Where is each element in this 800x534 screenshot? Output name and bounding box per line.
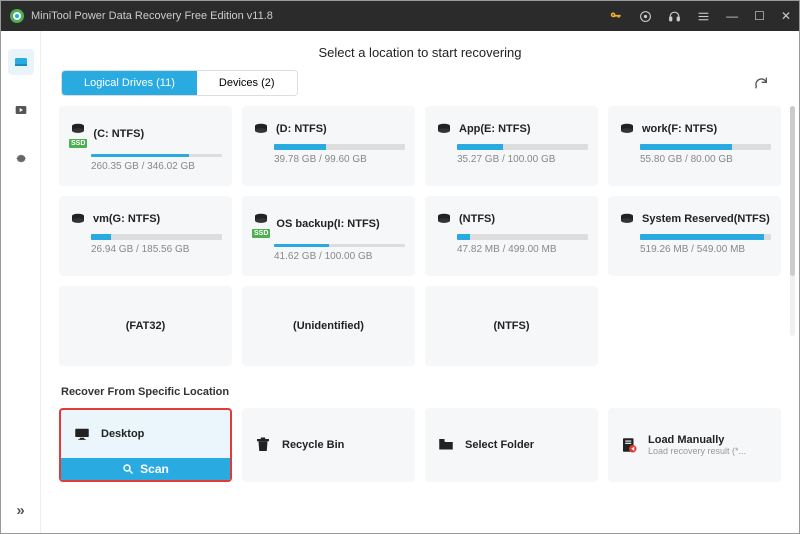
hdd-icon bbox=[618, 120, 636, 138]
window-title: MiniTool Power Data Recovery Free Editio… bbox=[31, 10, 609, 22]
drive-name: (C: NTFS) bbox=[93, 128, 144, 140]
drive-card[interactable]: App(E: NTFS) 35.27 GB / 100.00 GB bbox=[425, 106, 598, 186]
drive-name: (D: NTFS) bbox=[276, 123, 327, 135]
hdd-icon bbox=[435, 120, 453, 138]
page-heading: Select a location to start recovering bbox=[41, 31, 799, 70]
drive-usage: 35.27 GB / 100.00 GB bbox=[457, 154, 588, 165]
scan-button[interactable]: Scan bbox=[61, 458, 230, 480]
usage-bar bbox=[274, 144, 405, 150]
drive-name: work(F: NTFS) bbox=[642, 123, 717, 135]
usage-bar bbox=[640, 144, 771, 150]
drive-name: vm(G: NTFS) bbox=[93, 213, 160, 225]
drive-usage: 41.62 GB / 100.00 GB bbox=[274, 251, 405, 262]
location-label: Load Manually bbox=[648, 434, 746, 446]
sidebar-expand-button[interactable]: » bbox=[16, 502, 24, 519]
key-icon[interactable] bbox=[609, 9, 623, 23]
drive-usage: 47.82 MB / 499.00 MB bbox=[457, 244, 588, 255]
disc-icon[interactable] bbox=[639, 10, 652, 23]
sidebar-item-settings[interactable] bbox=[8, 145, 34, 171]
drive-card[interactable]: (Unidentified) bbox=[242, 286, 415, 366]
close-button[interactable]: ✕ bbox=[781, 9, 791, 23]
refresh-button[interactable] bbox=[753, 75, 769, 91]
drive-usage: 519.26 MB / 549.00 MB bbox=[640, 244, 771, 255]
hdd-icon: SSD bbox=[69, 120, 87, 148]
maximize-button[interactable]: ☐ bbox=[754, 9, 765, 23]
scrollbar[interactable] bbox=[790, 106, 795, 336]
drive-name: (NTFS) bbox=[459, 213, 495, 225]
sidebar-item-media[interactable] bbox=[8, 97, 34, 123]
location-desktop[interactable]: Desktop Scan bbox=[59, 408, 232, 482]
drive-card[interactable]: SSD (C: NTFS) 260.35 GB / 346.02 GB bbox=[59, 106, 232, 186]
usage-bar bbox=[91, 154, 222, 157]
sidebar: » bbox=[1, 31, 41, 533]
sidebar-item-recovery[interactable] bbox=[8, 49, 34, 75]
folder-icon bbox=[437, 436, 455, 454]
drive-usage: 260.35 GB / 346.02 GB bbox=[91, 161, 222, 172]
section-specific-location: Recover From Specific Location bbox=[41, 366, 799, 408]
location-sublabel: Load recovery result (*... bbox=[648, 446, 746, 456]
recycle-bin-icon bbox=[254, 436, 272, 454]
tab-logical-drives[interactable]: Logical Drives (11) bbox=[62, 71, 197, 95]
location-load-manually[interactable]: Load Manually Load recovery result (*... bbox=[608, 408, 781, 482]
location-label: Select Folder bbox=[465, 439, 534, 451]
hdd-icon bbox=[435, 210, 453, 228]
usage-bar bbox=[274, 244, 405, 247]
drive-name: System Reserved(NTFS) bbox=[642, 213, 770, 225]
hdd-icon: SSD bbox=[252, 210, 270, 238]
location-recycle-bin[interactable]: Recycle Bin bbox=[242, 408, 415, 482]
drive-usage: 26.94 GB / 185.56 GB bbox=[91, 244, 222, 255]
drive-usage: 39.78 GB / 99.60 GB bbox=[274, 154, 405, 165]
drive-name: (Unidentified) bbox=[293, 320, 364, 332]
tabs: Logical Drives (11) Devices (2) bbox=[61, 70, 298, 96]
drive-card[interactable]: (FAT32) bbox=[59, 286, 232, 366]
hdd-icon bbox=[252, 120, 270, 138]
menu-icon[interactable] bbox=[697, 10, 710, 23]
drive-card[interactable]: (NTFS) 47.82 MB / 499.00 MB bbox=[425, 196, 598, 276]
drive-card[interactable]: work(F: NTFS) 55.80 GB / 80.00 GB bbox=[608, 106, 781, 186]
load-manually-icon bbox=[620, 436, 638, 454]
location-select-folder[interactable]: Select Folder bbox=[425, 408, 598, 482]
hdd-icon bbox=[618, 210, 636, 228]
drive-card[interactable]: vm(G: NTFS) 26.94 GB / 185.56 GB bbox=[59, 196, 232, 276]
drive-card[interactable]: SSD OS backup(I: NTFS) 41.62 GB / 100.00 G… bbox=[242, 196, 415, 276]
usage-bar bbox=[91, 234, 222, 240]
drive-card[interactable]: System Reserved(NTFS) 519.26 MB / 549.00 … bbox=[608, 196, 781, 276]
drive-name: OS backup(I: NTFS) bbox=[276, 218, 379, 230]
drive-name: (FAT32) bbox=[126, 320, 166, 332]
drive-name: (NTFS) bbox=[493, 320, 529, 332]
app-logo-icon bbox=[9, 8, 25, 24]
drive-name: App(E: NTFS) bbox=[459, 123, 530, 135]
drive-card[interactable]: (NTFS) bbox=[425, 286, 598, 366]
location-label: Desktop bbox=[101, 428, 144, 440]
desktop-icon bbox=[73, 425, 91, 443]
usage-bar bbox=[457, 234, 588, 240]
usage-bar bbox=[640, 234, 771, 240]
drive-usage: 55.80 GB / 80.00 GB bbox=[640, 154, 771, 165]
location-label: Recycle Bin bbox=[282, 439, 344, 451]
minimize-button[interactable]: — bbox=[726, 9, 738, 23]
titlebar: MiniTool Power Data Recovery Free Editio… bbox=[1, 1, 799, 31]
usage-bar bbox=[457, 144, 588, 150]
headphones-icon[interactable] bbox=[668, 10, 681, 23]
hdd-icon bbox=[69, 210, 87, 228]
drive-card[interactable]: (D: NTFS) 39.78 GB / 99.60 GB bbox=[242, 106, 415, 186]
tab-devices[interactable]: Devices (2) bbox=[197, 71, 297, 95]
